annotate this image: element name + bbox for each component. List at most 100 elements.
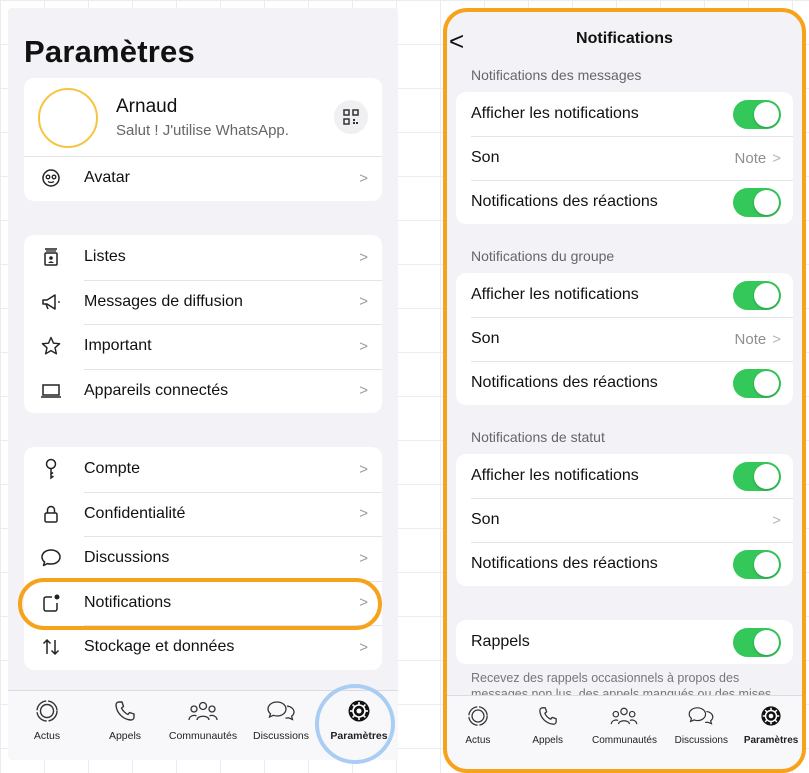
avatar[interactable] xyxy=(38,88,98,148)
chevron-right-icon: > xyxy=(772,511,781,529)
sound-value: Note xyxy=(734,330,767,348)
key-icon xyxy=(40,458,62,480)
reaction-notifications-toggle[interactable] xyxy=(733,187,781,217)
settings-item-chats[interactable]: Discussions > xyxy=(24,536,382,581)
settings-item-broadcast[interactable]: Messages de diffusion > xyxy=(24,279,382,325)
chats-icon xyxy=(266,699,296,723)
tab-updates[interactable]: Actus xyxy=(445,704,511,773)
tab-calls[interactable]: Appels xyxy=(515,704,581,773)
tab-chats[interactable]: Discussions xyxy=(242,699,320,760)
updates-icon xyxy=(35,699,59,723)
row-label: Notifications des réactions xyxy=(471,374,658,391)
show-notifications-row: Afficher les notifications xyxy=(456,92,793,136)
section-header: Notifications de statut xyxy=(471,429,605,445)
tab-label: Communautés xyxy=(168,730,238,742)
show-notifications-toggle[interactable] xyxy=(733,280,781,310)
row-label: Son xyxy=(471,511,500,528)
sound-row[interactable]: Son > xyxy=(456,498,793,542)
tab-communities[interactable]: Communautés xyxy=(584,704,664,773)
tab-chats[interactable]: Discussions xyxy=(668,704,734,773)
qr-code-icon xyxy=(343,109,359,125)
row-label: Notifications des réactions xyxy=(471,555,658,572)
notification-group-status: Afficher les notifications Son > Notific… xyxy=(456,454,793,586)
chevron-right-icon: > xyxy=(359,293,368,311)
settings-item-label: Stockage et données xyxy=(84,638,235,656)
notification-icon xyxy=(40,592,62,614)
tab-bar: Actus Appels Communautés Discussions Par… xyxy=(443,695,806,773)
profile-row[interactable]: Arnaud Salut ! J'utilise WhatsApp. xyxy=(24,78,382,156)
show-notifications-row: Afficher les notifications xyxy=(456,454,793,498)
communities-icon xyxy=(188,699,218,723)
tab-settings[interactable]: Paramètres xyxy=(738,704,804,773)
settings-item-notifications[interactable]: Notifications > xyxy=(24,580,382,626)
settings-group-1: Listes > Messages de diffusion > Importa… xyxy=(24,235,382,413)
sound-row[interactable]: Son Note > xyxy=(456,317,793,361)
show-notifications-toggle[interactable] xyxy=(733,461,781,491)
lock-icon xyxy=(40,503,62,525)
tab-label: Appels xyxy=(108,730,142,742)
tab-settings[interactable]: Paramètres xyxy=(320,699,398,760)
notification-group-groups: Afficher les notifications Son Note > No… xyxy=(456,273,793,405)
settings-icon xyxy=(347,699,371,723)
tab-updates[interactable]: Actus xyxy=(8,699,86,760)
reaction-notifications-toggle[interactable] xyxy=(733,368,781,398)
show-notifications-toggle[interactable] xyxy=(733,99,781,129)
settings-item-label: Messages de diffusion xyxy=(84,292,243,310)
sound-row[interactable]: Son Note > xyxy=(456,136,793,180)
section-header: Notifications des messages xyxy=(471,67,642,83)
tab-calls[interactable]: Appels xyxy=(86,699,164,760)
tab-label: Actus xyxy=(465,735,491,746)
tab-label: Discussions xyxy=(674,735,728,746)
sound-value: Note xyxy=(734,149,767,167)
updates-icon xyxy=(467,704,489,728)
communities-icon xyxy=(610,704,638,728)
reminders-toggle[interactable] xyxy=(733,627,781,657)
settings-item-linked-devices[interactable]: Appareils connectés > xyxy=(24,368,382,414)
chevron-right-icon: > xyxy=(772,330,781,348)
profile-name: Arnaud xyxy=(116,96,178,117)
qr-code-button[interactable] xyxy=(334,100,368,134)
row-label: Afficher les notifications xyxy=(471,467,639,484)
reaction-notifications-row: Notifications des réactions xyxy=(456,361,793,405)
settings-item-account[interactable]: Compte > xyxy=(24,447,382,492)
reaction-notifications-toggle[interactable] xyxy=(733,549,781,579)
tab-bar: Actus Appels Communautés Discussions Par… xyxy=(8,690,398,760)
settings-item-lists[interactable]: Listes > xyxy=(24,235,382,280)
settings-item-starred[interactable]: Important > xyxy=(24,324,382,369)
settings-screen: Paramètres Arnaud Salut ! J'utilise What… xyxy=(8,8,398,760)
tab-label: Actus xyxy=(33,730,61,742)
settings-item-avatar[interactable]: Avatar > xyxy=(24,156,382,201)
tab-label: Appels xyxy=(532,735,563,746)
settings-item-label: Important xyxy=(84,337,152,355)
laptop-icon xyxy=(40,380,62,402)
page-title: Paramètres xyxy=(24,34,195,69)
row-label: Afficher les notifications xyxy=(471,286,639,303)
chevron-right-icon: > xyxy=(359,638,368,656)
settings-group-2: Compte > Confidentialité > Discussions >… xyxy=(24,447,382,670)
settings-item-label: Confidentialité xyxy=(84,504,186,522)
chevron-right-icon: > xyxy=(359,549,368,567)
settings-item-privacy[interactable]: Confidentialité > xyxy=(24,491,382,537)
row-label: Rappels xyxy=(471,633,530,650)
row-label: Notifications des réactions xyxy=(471,193,658,210)
chevron-right-icon: > xyxy=(359,248,368,266)
settings-item-label: Appareils connectés xyxy=(84,381,229,399)
settings-item-label: Notifications xyxy=(84,593,172,611)
reminders-row: Rappels xyxy=(456,620,793,664)
reaction-notifications-row: Notifications des réactions xyxy=(456,180,793,224)
row-label: Son xyxy=(471,149,500,166)
tab-label: Communautés xyxy=(591,735,657,746)
phone-icon xyxy=(538,704,558,728)
chevron-right-icon: > xyxy=(359,382,368,400)
row-label: Afficher les notifications xyxy=(471,105,639,122)
notification-group-messages: Afficher les notifications Son Note > No… xyxy=(456,92,793,224)
tab-label: Discussions xyxy=(252,730,310,742)
settings-item-storage[interactable]: Stockage et données > xyxy=(24,625,382,670)
megaphone-icon xyxy=(40,291,62,313)
tab-communities[interactable]: Communautés xyxy=(164,699,242,760)
profile-status: Salut ! J'utilise WhatsApp. xyxy=(116,122,289,139)
settings-item-label: Avatar xyxy=(84,169,130,187)
chevron-right-icon: > xyxy=(772,149,781,167)
tab-label: Paramètres xyxy=(330,730,388,742)
notifications-screen: < Notifications Notifications des messag… xyxy=(443,8,806,773)
